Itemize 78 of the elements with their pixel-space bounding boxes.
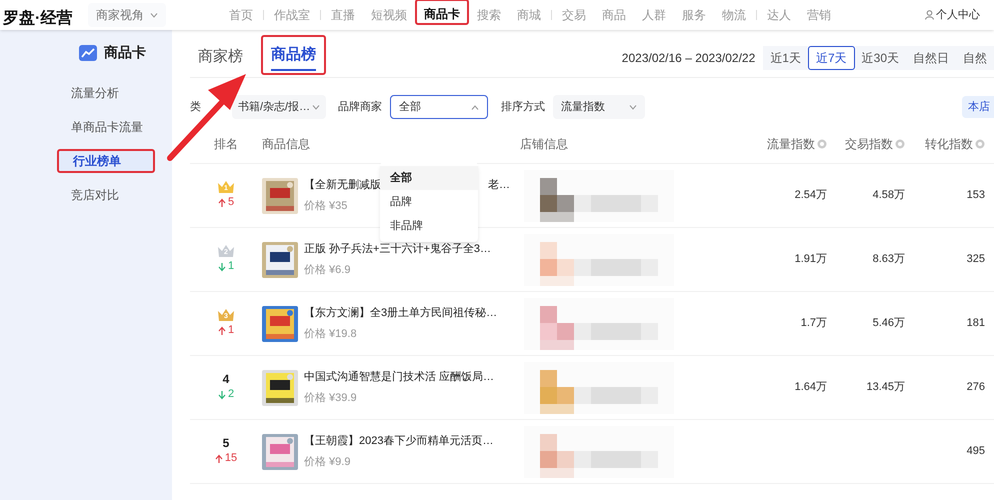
- index-value: 325: [966, 252, 985, 268]
- index-value: 8.63万: [872, 252, 905, 268]
- sidebar-title: 商品卡: [104, 43, 146, 62]
- period-button[interactable]: 近1天: [763, 46, 808, 70]
- rank-change: 5: [228, 195, 234, 210]
- product-price: 价格 ¥19.8: [304, 326, 357, 342]
- help-icon[interactable]: [817, 138, 827, 148]
- caret-down-icon: [150, 12, 158, 18]
- index-value: 1.91万: [794, 252, 827, 268]
- sidebar-item[interactable]: 流量分析: [57, 81, 155, 105]
- column-header: 交易指数: [845, 136, 893, 152]
- dropdown-option[interactable]: 非品牌: [380, 214, 478, 238]
- rank-change: 1: [228, 259, 234, 274]
- logo-text[interactable]: 罗盘·经营: [0, 3, 80, 27]
- index-value: 4.58万: [872, 188, 905, 204]
- chart-card-icon: [78, 44, 98, 62]
- person-icon: [925, 10, 934, 20]
- down-arrow-icon: [218, 262, 226, 272]
- ranking-tab[interactable]: 商家榜: [190, 37, 251, 77]
- product-price: 价格 ¥9.9: [304, 454, 350, 470]
- sort-select[interactable]: 流量指数: [553, 95, 645, 119]
- index-value: 495: [966, 444, 985, 460]
- product-title[interactable]: 【全新无删减版: [304, 177, 381, 194]
- date-range-text: 2023/02/16 – 2023/02/22: [622, 50, 756, 66]
- store-button[interactable]: 本店: [962, 96, 994, 118]
- rank-number: 4: [222, 372, 230, 386]
- down-arrow-icon: [218, 390, 226, 400]
- sidebar-item[interactable]: 行业榜单: [57, 149, 155, 173]
- period-button[interactable]: 近30天: [854, 46, 906, 70]
- column-header: 商品信息: [262, 136, 310, 152]
- product-title[interactable]: 正版 孙子兵法+三十六计+鬼谷子全3…: [304, 241, 492, 258]
- product-price: 价格 ¥35: [304, 198, 348, 214]
- view-switch-dropdown[interactable]: 商家视角: [88, 3, 166, 27]
- help-icon[interactable]: [895, 138, 905, 148]
- category-select[interactable]: 书籍/杂志/报…: [232, 95, 326, 119]
- account-link[interactable]: 个人中心: [925, 6, 980, 24]
- brand-select[interactable]: 全部: [390, 95, 488, 119]
- index-value: 13.45万: [866, 380, 905, 396]
- dropdown-option[interactable]: 品牌: [380, 190, 478, 214]
- rank-change: 1: [228, 323, 234, 338]
- ranking-tab[interactable]: 商品榜: [261, 35, 326, 75]
- period-button[interactable]: 自然日: [906, 46, 956, 70]
- index-value: 276: [966, 380, 985, 396]
- index-value: 153: [966, 188, 985, 204]
- index-value: 2.54万: [794, 188, 827, 204]
- sidebar-item[interactable]: 竞店对比: [57, 183, 155, 207]
- column-header: 转化指数: [925, 136, 973, 152]
- rank-number: 5: [222, 436, 230, 450]
- product-title[interactable]: 【王朝霞】2023春下少而精单元活页…: [304, 433, 494, 450]
- filter-label: 品牌商家: [338, 100, 382, 115]
- filter-label: 类: [190, 100, 202, 115]
- product-title[interactable]: 老…: [488, 177, 510, 194]
- rank-change: 15: [224, 451, 238, 466]
- caret-down-icon: [629, 104, 637, 110]
- column-header: 店铺信息: [520, 136, 568, 152]
- index-value: 1.7万: [800, 316, 827, 332]
- help-icon[interactable]: [975, 138, 985, 148]
- caret-down-icon: [312, 104, 320, 110]
- product-price: 价格 ¥6.9: [304, 262, 350, 278]
- period-button[interactable]: 自然: [956, 46, 994, 70]
- index-value: 1.64万: [794, 380, 827, 396]
- caret-up-icon: [471, 104, 479, 110]
- nav-tab[interactable]: 商品卡: [415, 0, 469, 25]
- product-title[interactable]: 【东方文澜】全3册土单方民间祖传秘…: [304, 305, 498, 322]
- column-header: 流量指数: [767, 136, 815, 152]
- up-arrow-icon: [218, 326, 226, 336]
- product-title[interactable]: 中国式沟通智慧是门技术活 应酬饭局…: [304, 369, 494, 386]
- dropdown-option[interactable]: 全部: [380, 166, 478, 190]
- up-arrow-icon: [218, 198, 226, 208]
- index-value: 5.46万: [872, 316, 905, 332]
- rank-change: 2: [228, 387, 234, 402]
- period-button[interactable]: 近7天: [808, 46, 855, 70]
- filter-label: 排序方式: [501, 100, 545, 115]
- index-value: 181: [966, 316, 985, 332]
- up-arrow-icon: [214, 454, 223, 464]
- column-header: 排名: [214, 136, 238, 152]
- sidebar-item[interactable]: 单商品卡流量: [57, 115, 155, 139]
- product-price: 价格 ¥39.9: [304, 390, 357, 406]
